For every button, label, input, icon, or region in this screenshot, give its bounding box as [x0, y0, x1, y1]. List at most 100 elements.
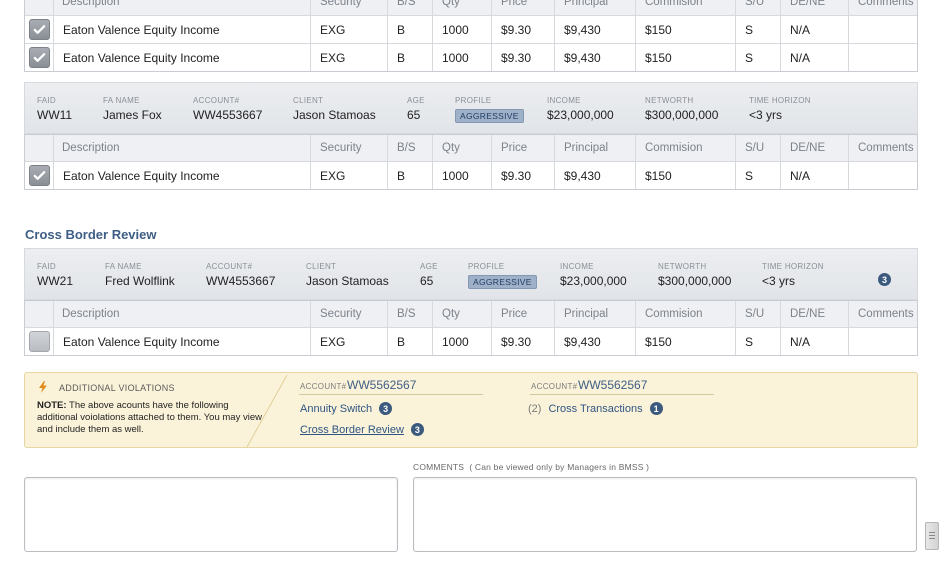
- networth-value: $300,000,000: [645, 108, 719, 122]
- col-comments[interactable]: Comments: [848, 135, 919, 161]
- faid-value: WW11: [37, 108, 73, 122]
- client-value: Jason Stamoas: [306, 274, 389, 288]
- table-header: Description Security B/S Qty Price Princ…: [25, 135, 917, 161]
- comments-textarea[interactable]: [413, 477, 917, 552]
- col-description[interactable]: Description: [53, 135, 310, 161]
- col-comments[interactable]: Comments: [848, 0, 919, 15]
- time-horizon-label: TIME HORIZON: [762, 262, 824, 271]
- cell-bs: B: [387, 162, 432, 189]
- cell-security: EXG: [310, 162, 387, 189]
- col-commission[interactable]: Commision: [635, 0, 735, 15]
- profile-badge: AGGRESSIVE: [468, 275, 537, 289]
- col-security[interactable]: Security: [310, 0, 387, 15]
- col-dene[interactable]: DE/NE: [780, 135, 848, 161]
- notes-textarea[interactable]: [24, 477, 398, 552]
- cell-qty: 1000: [432, 16, 491, 43]
- cell-dene: N/A: [780, 16, 848, 43]
- client-info-band: FAID WW21 FA NAME Fred Wolflink ACCOUNT#…: [24, 248, 918, 300]
- row-checkbox[interactable]: [28, 19, 50, 40]
- faid-label: FAID: [37, 96, 56, 105]
- col-principal[interactable]: Principal: [554, 135, 635, 161]
- col-qty[interactable]: Qty: [432, 301, 491, 327]
- income-label: INCOME: [560, 262, 594, 271]
- col-principal[interactable]: Principal: [554, 0, 635, 15]
- cell-description: Eaton Valence Equity Income: [53, 44, 310, 71]
- cell-bs: B: [387, 44, 432, 71]
- time-horizon-value: <3 yrs: [762, 274, 796, 288]
- fa-name-label: FA NAME: [105, 262, 142, 271]
- cell-principal: $9,430: [554, 44, 635, 71]
- comments-label: COMMENTS ( Can be viewed only by Manager…: [413, 462, 650, 472]
- col-price[interactable]: Price: [491, 0, 554, 15]
- col-su[interactable]: S/U: [735, 0, 780, 15]
- client-value: Jason Stamoas: [293, 108, 376, 122]
- table-row: Eaton Valence Equity Income EXG B 1000 $…: [25, 327, 917, 355]
- client-info-band: FAID WW11 FA NAME James Fox ACCOUNT# WW4…: [24, 82, 918, 134]
- cell-su: S: [735, 162, 780, 189]
- col-price[interactable]: Price: [491, 135, 554, 161]
- table-header: Description Security B/S Qty Price Princ…: [25, 301, 917, 327]
- row-checkbox[interactable]: [28, 47, 50, 68]
- age-value: 65: [420, 274, 434, 288]
- account-number: WW5562567: [347, 378, 417, 392]
- col-bs[interactable]: B/S: [387, 301, 432, 327]
- count-badge: 1: [649, 402, 663, 415]
- check-icon: [33, 53, 45, 62]
- age-value: 65: [407, 108, 421, 122]
- account-label: ACCOUNT#: [193, 96, 240, 105]
- violations-title: ADDITIONAL VIOLATIONS: [59, 383, 175, 393]
- cross-border-review-link[interactable]: Cross Border Review 3: [300, 423, 424, 436]
- cell-comments: [848, 16, 919, 43]
- cell-qty: 1000: [432, 328, 491, 355]
- profile-label: PROFILE: [455, 96, 492, 105]
- profile-badge: AGGRESSIVE: [455, 109, 524, 123]
- row-checkbox[interactable]: [28, 165, 50, 186]
- col-dene[interactable]: DE/NE: [780, 0, 848, 15]
- faid-value: WW21: [37, 274, 73, 288]
- cell-qty: 1000: [432, 44, 491, 71]
- account-label: ACCOUNT#: [531, 382, 578, 391]
- violations-note: NOTE: The above acounts have the followi…: [37, 400, 262, 435]
- lightning-icon: [39, 381, 47, 393]
- account-value: WW4553667: [193, 108, 263, 122]
- cross-transactions-link[interactable]: (2) Cross Transactions 1: [528, 402, 663, 415]
- col-commission[interactable]: Commision: [635, 135, 735, 161]
- col-su[interactable]: S/U: [735, 135, 780, 161]
- col-description[interactable]: Description: [53, 301, 310, 327]
- cell-description: Eaton Valence Equity Income: [53, 328, 310, 355]
- client-label: CLIENT: [306, 262, 337, 271]
- col-comments[interactable]: Comments: [848, 301, 919, 327]
- col-dene[interactable]: DE/NE: [780, 301, 848, 327]
- col-security[interactable]: Security: [310, 135, 387, 161]
- account-label: ACCOUNT#: [300, 382, 347, 391]
- time-horizon-label: TIME HORIZON: [749, 96, 811, 105]
- col-description[interactable]: Description: [53, 0, 310, 15]
- table-row: Eaton Valence Equity Income EXG B 1000 $…: [25, 43, 917, 71]
- cell-principal: $9,430: [554, 162, 635, 189]
- row-checkbox[interactable]: [28, 331, 50, 352]
- annuity-switch-link[interactable]: Annuity Switch 3: [300, 402, 393, 415]
- col-commission[interactable]: Commision: [635, 301, 735, 327]
- table-row: Eaton Valence Equity Income EXG B 1000 $…: [25, 15, 917, 43]
- col-bs[interactable]: B/S: [387, 0, 432, 15]
- col-principal[interactable]: Principal: [554, 301, 635, 327]
- cell-commission: $150: [635, 44, 735, 71]
- violation-count-badge[interactable]: 3: [878, 273, 891, 286]
- check-icon: [33, 171, 45, 180]
- cell-security: EXG: [310, 44, 387, 71]
- scrollbar-thumb[interactable]: [925, 522, 939, 550]
- col-price[interactable]: Price: [491, 301, 554, 327]
- col-bs[interactable]: B/S: [387, 135, 432, 161]
- col-security[interactable]: Security: [310, 301, 387, 327]
- cell-comments: [848, 162, 919, 189]
- cell-qty: 1000: [432, 162, 491, 189]
- count-badge: 3: [410, 423, 424, 436]
- client-label: CLIENT: [293, 96, 324, 105]
- cell-bs: B: [387, 328, 432, 355]
- cell-dene: N/A: [780, 44, 848, 71]
- col-qty[interactable]: Qty: [432, 0, 491, 15]
- col-qty[interactable]: Qty: [432, 135, 491, 161]
- col-su[interactable]: S/U: [735, 301, 780, 327]
- time-horizon-value: <3 yrs: [749, 108, 783, 122]
- profile-label: PROFILE: [468, 262, 505, 271]
